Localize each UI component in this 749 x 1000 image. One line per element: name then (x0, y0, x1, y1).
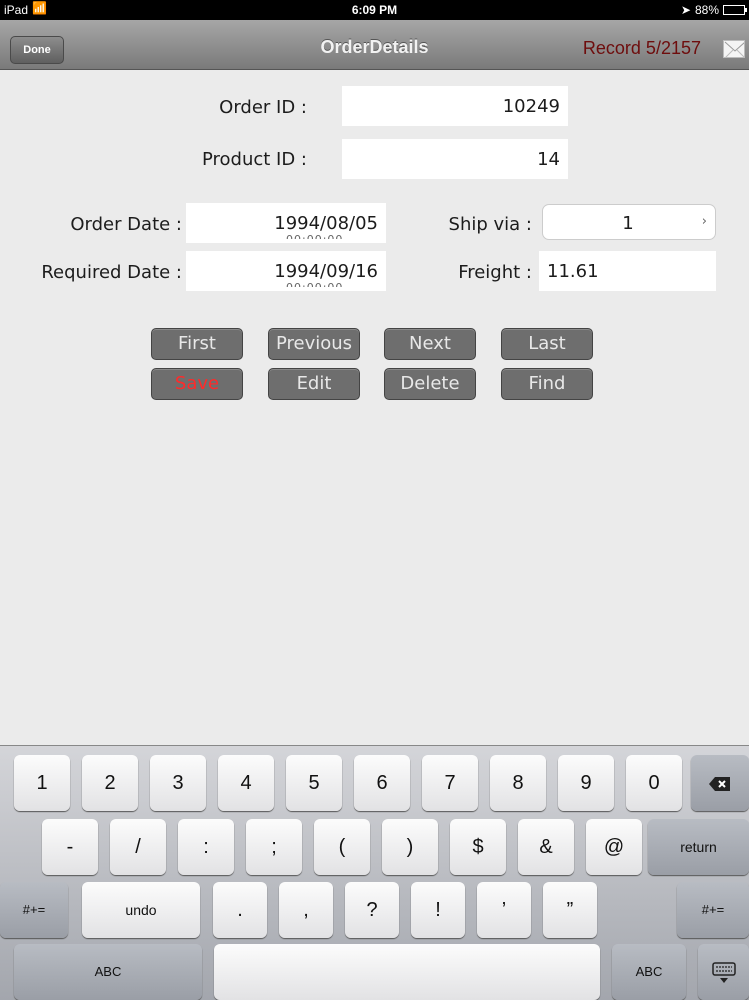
key-punct-2[interactable]: ? (345, 882, 399, 938)
previous-button[interactable]: Previous (268, 328, 360, 360)
key-symbol-3[interactable]: ; (246, 819, 302, 875)
order-date-value: 1994/08/05 (274, 213, 378, 234)
key-symbol-6[interactable]: $ (450, 819, 506, 875)
order-id-value: 10249 (502, 96, 560, 117)
hide-keyboard-icon (711, 961, 736, 983)
key-punct-4[interactable]: ’ (477, 882, 531, 938)
key-number-1[interactable]: 2 (82, 755, 138, 811)
key-punct-5[interactable]: ” (543, 882, 597, 938)
ship-via-value: 1 (622, 213, 634, 234)
key-punct-1[interactable]: , (279, 882, 333, 938)
key-number-2[interactable]: 3 (150, 755, 206, 811)
next-button[interactable]: Next (384, 328, 476, 360)
key-number-4[interactable]: 5 (286, 755, 342, 811)
more-symbols-key-left[interactable]: #+= (0, 882, 68, 938)
key-number-5[interactable]: 6 (354, 755, 410, 811)
required-date-field[interactable]: 1994/09/16 00:00:00 (186, 251, 386, 291)
key-number-6[interactable]: 7 (422, 755, 478, 811)
key-number-0[interactable]: 1 (14, 755, 70, 811)
abc-key-left[interactable]: ABC (14, 944, 202, 1000)
order-date-label: Order Date : (70, 214, 182, 235)
key-punct-3[interactable]: ! (411, 882, 465, 938)
order-date-field[interactable]: 1994/08/05 00:00:00 (186, 203, 386, 243)
battery-percent: 88% (694, 3, 719, 17)
ship-via-selector[interactable]: 1 › (542, 204, 716, 240)
product-id-value: 14 (537, 149, 560, 170)
product-id-label: Product ID : (201, 149, 307, 170)
status-time: 6:09 PM (351, 3, 398, 17)
order-id-label: Order ID : (219, 97, 307, 118)
battery-icon (723, 5, 747, 15)
chevron-right-icon: › (701, 214, 707, 229)
order-id-field[interactable]: 10249 (342, 86, 568, 126)
key-number-9[interactable]: 0 (626, 755, 682, 811)
ship-via-label: Ship via : (448, 214, 532, 235)
edit-button[interactable]: Edit (268, 368, 360, 400)
space-key[interactable] (214, 944, 600, 1000)
key-symbol-2[interactable]: : (178, 819, 234, 875)
record-counter: Record 5/2157 (582, 38, 701, 58)
product-id-field[interactable]: 14 (342, 139, 568, 179)
status-bar: iPad 📶 6:09 PM ➤ 88% (0, 0, 749, 20)
key-symbol-0[interactable]: - (42, 819, 98, 875)
backspace-icon (709, 776, 730, 791)
last-button[interactable]: Last (501, 328, 593, 360)
numeric-keyboard: 1234567890 - /:;() $ & @ return #+= undo .,?… (0, 745, 749, 1000)
save-button[interactable]: Save (151, 368, 243, 400)
key-symbol-1[interactable]: / (110, 819, 166, 875)
return-key[interactable]: return (648, 819, 749, 875)
abc-key-right[interactable]: ABC (612, 944, 686, 1000)
key-symbol-7[interactable]: & (518, 819, 574, 875)
first-button[interactable]: First (151, 328, 243, 360)
key-punct-0[interactable]: . (213, 882, 267, 938)
more-symbols-key-right[interactable]: #+= (677, 882, 749, 938)
key-number-8[interactable]: 9 (558, 755, 614, 811)
undo-key[interactable]: undo (82, 882, 200, 938)
status-right: ➤ 88% (680, 3, 747, 17)
location-icon: ➤ (680, 3, 691, 17)
find-button[interactable]: Find (501, 368, 593, 400)
backspace-key[interactable] (691, 755, 749, 811)
key-symbol-5[interactable]: ) (382, 819, 438, 875)
key-symbol-8[interactable]: @ (586, 819, 642, 875)
required-date-time-fragment: 00:00:00 (286, 281, 343, 287)
required-date-label: Required Date : (41, 262, 182, 283)
delete-button[interactable]: Delete (384, 368, 476, 400)
mail-icon[interactable] (723, 40, 745, 58)
key-symbol-4[interactable]: ( (314, 819, 370, 875)
freight-label: Freight : (458, 262, 532, 283)
order-date-time-fragment: 00:00:00 (286, 233, 343, 239)
freight-field[interactable]: 11.61 (539, 251, 716, 291)
freight-value: 11.61 (547, 261, 599, 282)
hide-keyboard-key[interactable] (698, 944, 749, 1000)
key-number-3[interactable]: 4 (218, 755, 274, 811)
navigation-bar: Done OrderDetails Record 5/2157 (0, 20, 749, 70)
key-number-7[interactable]: 8 (490, 755, 546, 811)
required-date-value: 1994/09/16 (274, 261, 378, 282)
